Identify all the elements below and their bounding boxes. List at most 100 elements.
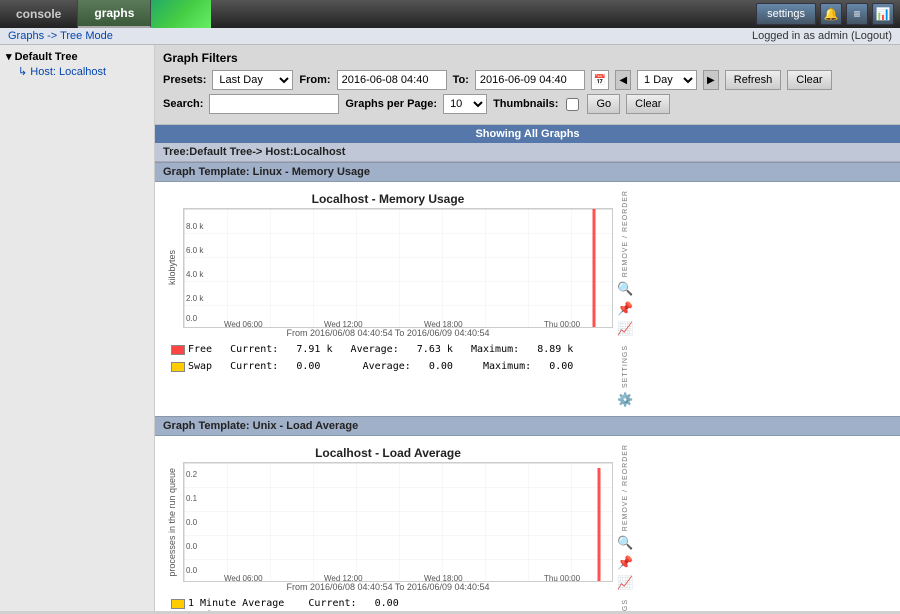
graph-inner-memory: Localhost - Memory Usage kilobytes [163, 188, 613, 374]
legend-memory-swap: Swap Current: 0.00 Average: 0.00 Maximum… [163, 359, 613, 374]
thumbnails-checkbox[interactable] [566, 98, 579, 111]
sidebar-item-default-tree[interactable]: ▾ Default Tree [4, 49, 150, 64]
settings-icon-1[interactable]: ⚙️ [617, 392, 633, 408]
graph-icon-1[interactable]: 📈 [617, 321, 633, 337]
status-bar: Showing All Graphs [155, 125, 900, 143]
sidebar-tree: ▾ Default Tree ↳ Host: Localhost [4, 49, 150, 79]
refresh-button[interactable]: Refresh [725, 70, 782, 90]
top-navigation: console graphs settings 🔔 ≡ 📊 [0, 0, 900, 28]
presets-select[interactable]: Last Day Last Week Last Month [212, 70, 293, 90]
svg-text:0.1: 0.1 [186, 494, 198, 503]
svg-text:6.0 k: 6.0 k [186, 246, 204, 255]
tree-expand-icon: ▾ [6, 51, 12, 63]
sidebar: ▾ Default Tree ↳ Host: Localhost [0, 45, 155, 611]
chart-svg-load: Wed 06:00 Wed 12:00 Wed 18:00 Thu 00:00 … [183, 462, 613, 582]
chart-subtitle-memory: From 2016/06/08 04:40:54 To 2016/06/09 0… [163, 328, 613, 340]
side-label-remove-2: REMOVE / REORDER [622, 444, 629, 531]
svg-text:2.0 k: 2.0 k [186, 294, 204, 303]
side-label-remove: REMOVE / REORDER [622, 190, 629, 277]
filters-title: Graph Filters [163, 51, 892, 65]
chart-title-load: Localhost - Load Average [163, 442, 613, 462]
legend-row-free: Free Current: 7.91 k Average: 7.63 k Max… [171, 344, 573, 355]
filter-row-1: Presets: Last Day Last Week Last Month F… [163, 70, 892, 90]
svg-text:Wed 06:00: Wed 06:00 [224, 320, 263, 328]
graph-section-load: Graph Template: Unix - Load Average Loca… [155, 416, 900, 611]
green-stripe [151, 0, 211, 28]
chart-subtitle-load: From 2016/06/08 04:40:54 To 2016/06/09 0… [163, 582, 613, 594]
graph-full-memory: Localhost - Memory Usage kilobytes [155, 182, 900, 416]
from-input[interactable] [337, 70, 447, 90]
legend-row-1min: 1 Minute Average Current: 0.00 [171, 598, 605, 609]
svg-text:0.2: 0.2 [186, 470, 198, 479]
graph-section-memory: Graph Template: Linux - Memory Usage Loc… [155, 162, 900, 416]
side-label-settings-2: SETTINGS [622, 599, 629, 611]
svg-text:Wed 12:00: Wed 12:00 [324, 574, 363, 582]
legend-row-swap: Swap Current: 0.00 Average: 0.00 Maximum… [171, 361, 573, 372]
graph-icon-2[interactable]: 📈 [617, 575, 633, 591]
legend-memory: Free Current: 7.91 k Average: 7.63 k Max… [163, 340, 613, 359]
step-select[interactable]: 1 Day 1 Week [637, 70, 697, 90]
zoom-in-icon[interactable]: 🔍 [617, 281, 633, 297]
graphs-per-page-select[interactable]: 10 20 50 [443, 94, 487, 114]
calendar-icon[interactable]: 📅 [592, 75, 608, 86]
search-input[interactable] [209, 94, 339, 114]
graph-template-header-memory: Graph Template: Linux - Memory Usage [155, 162, 900, 182]
clear-button-2[interactable]: Clear [626, 94, 670, 114]
nav-right-buttons: settings 🔔 ≡ 📊 [756, 0, 900, 28]
svg-text:Wed 18:00: Wed 18:00 [424, 574, 463, 582]
chart-icon[interactable]: 📊 [872, 3, 894, 25]
search-label: Search: [163, 98, 203, 110]
tree-breadcrumb: Tree:Default Tree-> Host:Localhost [155, 143, 900, 162]
breadcrumb: Graphs -> Tree Mode [8, 30, 113, 42]
pin-icon-2[interactable]: 📌 [617, 555, 633, 571]
svg-text:0.0: 0.0 [186, 542, 198, 551]
svg-text:0.0: 0.0 [186, 566, 198, 575]
clear-button-1[interactable]: Clear [787, 70, 831, 90]
legend-color-free [171, 345, 185, 355]
go-button[interactable]: Go [587, 94, 620, 114]
chart-body-memory: kilobytes [163, 208, 613, 328]
sidebar-item-host-localhost[interactable]: ↳ Host: Localhost [4, 64, 150, 79]
host-icon: ↳ [18, 66, 27, 78]
from-label: From: [299, 74, 330, 86]
settings-button[interactable]: settings [756, 3, 816, 25]
y-axis-label-load: processes in the run queue [167, 468, 177, 577]
svg-text:4.0 k: 4.0 k [186, 270, 204, 279]
svg-text:Wed 06:00: Wed 06:00 [224, 574, 263, 582]
svg-text:Thu 00:00: Thu 00:00 [544, 320, 581, 328]
to-label: To: [453, 74, 469, 86]
side-controls-memory: REMOVE / REORDER 🔍 📌 📈 SETTINGS ⚙️ [613, 188, 637, 410]
legend-load: 1 Minute Average Current: 0.00 5 Minute … [163, 594, 613, 611]
next-btn[interactable]: ▶ [703, 70, 719, 90]
graph-inner-load: Localhost - Load Average processes in th… [163, 442, 613, 611]
tab-console[interactable]: console [0, 0, 78, 28]
side-controls-load: REMOVE / REORDER 🔍 📌 📈 SETTINGS ⚙️ [613, 442, 637, 611]
svg-text:0.0: 0.0 [186, 518, 198, 527]
legend-row-5min: 5 Minute Average Current: 0.01 [171, 610, 605, 611]
nav-tabs: console graphs [0, 0, 211, 28]
graph-filters: Graph Filters Presets: Last Day Last Wee… [155, 45, 900, 125]
to-input[interactable] [475, 70, 585, 90]
thumbnails-label: Thumbnails: [493, 98, 558, 110]
y-axis-label-memory: kilobytes [167, 250, 177, 285]
svg-text:Thu 00:00: Thu 00:00 [544, 574, 581, 582]
graphs-per-page-label: Graphs per Page: [345, 98, 437, 110]
prev-btn[interactable]: ◀ [615, 70, 631, 90]
pin-icon[interactable]: 📌 [617, 301, 633, 317]
presets-label: Presets: [163, 74, 206, 86]
chart-svg-memory: Wed 06:00 Wed 12:00 Wed 18:00 Thu 00:00 … [183, 208, 613, 328]
bell-icon[interactable]: 🔔 [820, 3, 842, 25]
main-layout: ▾ Default Tree ↳ Host: Localhost Graph F… [0, 45, 900, 611]
tab-graphs[interactable]: graphs [78, 0, 151, 28]
legend-color-swap [171, 362, 185, 372]
zoom-in-icon-2[interactable]: 🔍 [617, 535, 633, 551]
content-area: Graph Filters Presets: Last Day Last Wee… [155, 45, 900, 611]
graph-template-header-load: Graph Template: Unix - Load Average [155, 416, 900, 436]
chart-body-load: processes in the run queue Wed 06:00 [163, 462, 613, 582]
menu-icon[interactable]: ≡ [846, 3, 868, 25]
svg-text:Wed 12:00: Wed 12:00 [324, 320, 363, 328]
filter-row-2: Search: Graphs per Page: 10 20 50 Thumbn… [163, 94, 892, 114]
login-status: Logged in as admin (Logout) [752, 30, 892, 42]
legend-color-1min [171, 599, 185, 609]
chart-title-memory: Localhost - Memory Usage [163, 188, 613, 208]
